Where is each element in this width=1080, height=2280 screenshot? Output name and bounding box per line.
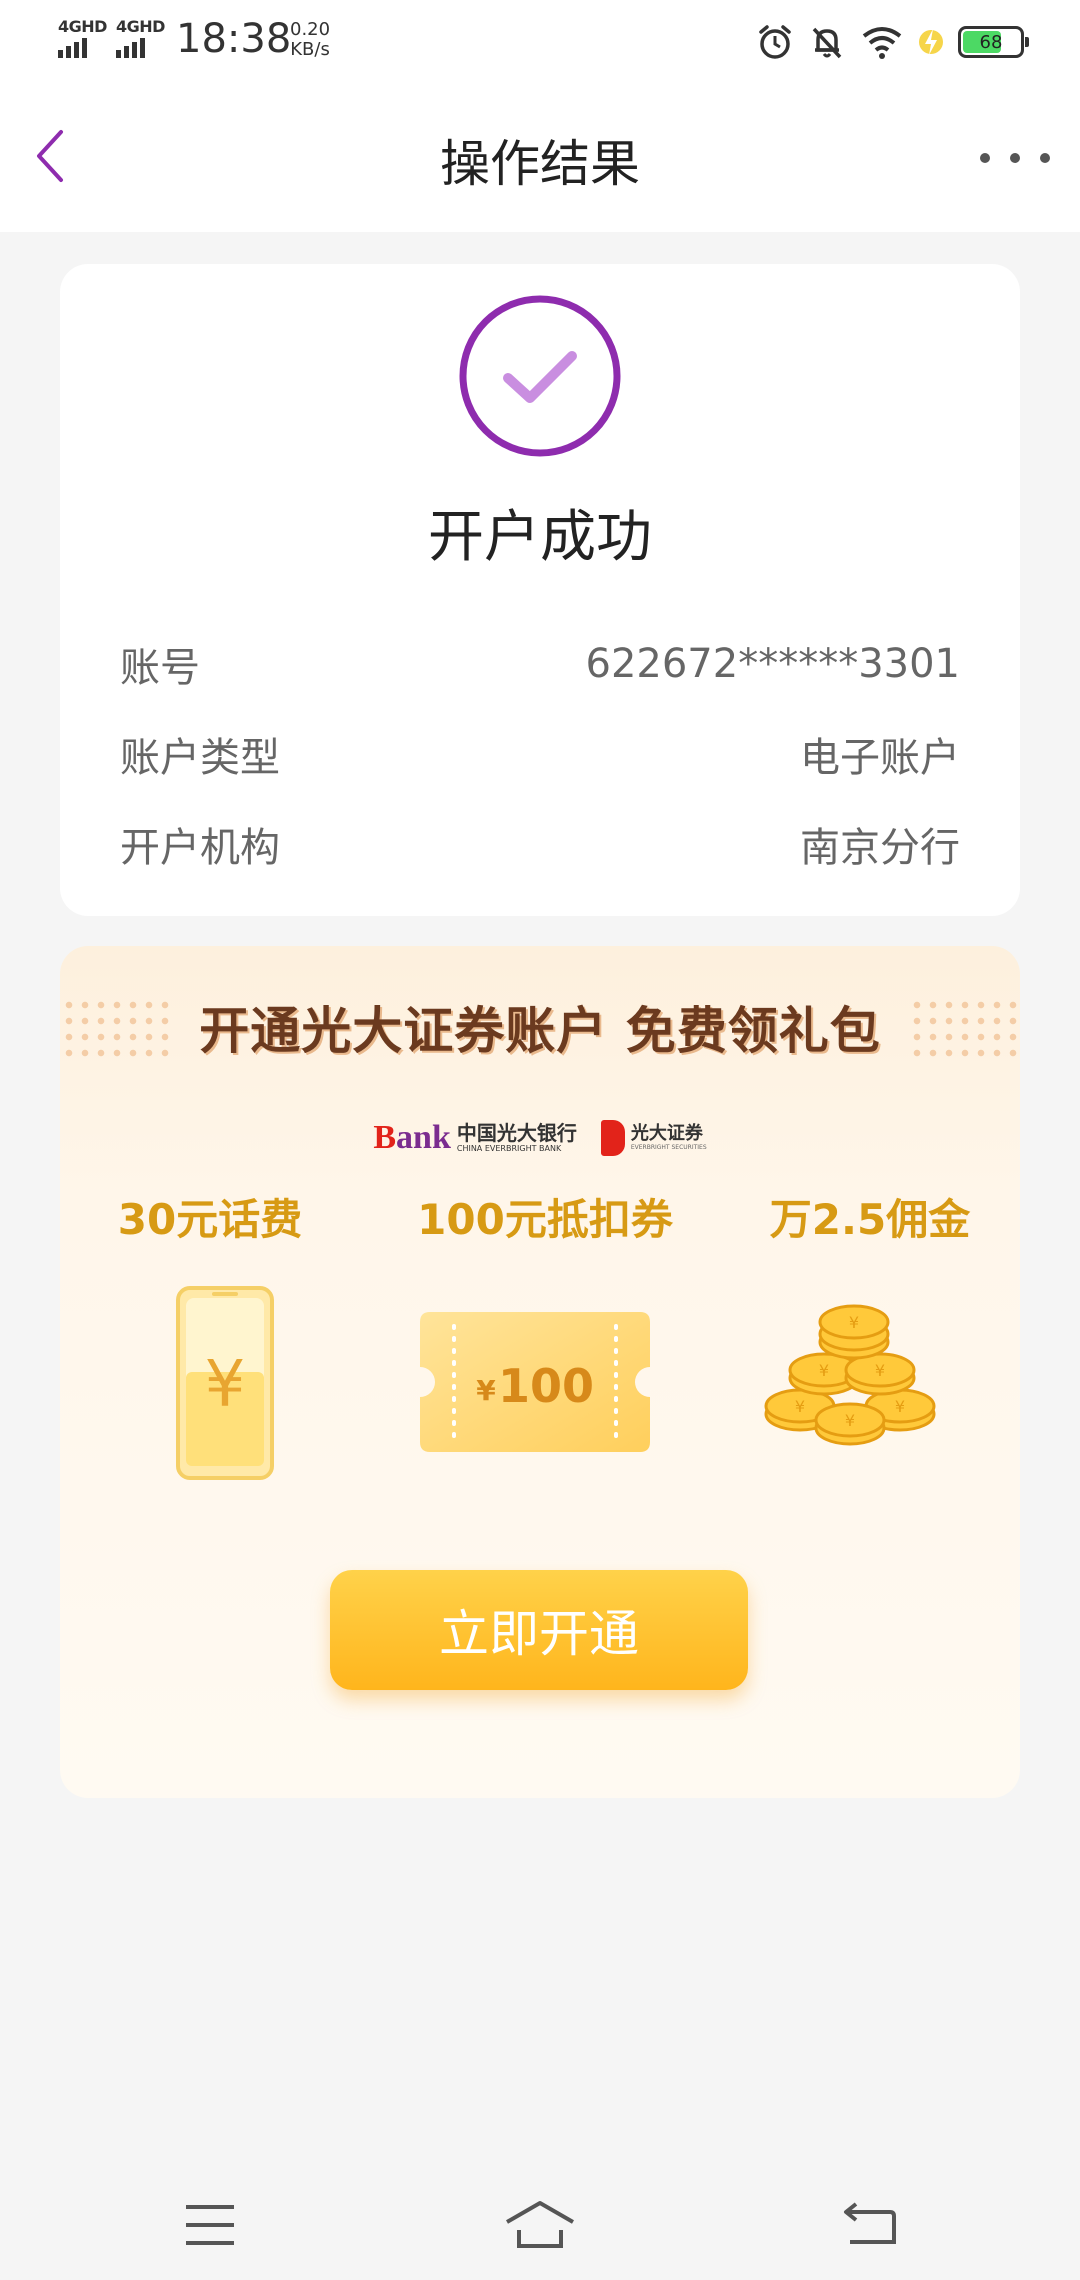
decor-dots-right: [908, 997, 1019, 1057]
open-now-button[interactable]: 立即开通: [330, 1570, 748, 1690]
branch-row: 开户机构 南京分行: [120, 814, 960, 874]
signal-bars-icon: [58, 38, 107, 58]
account-number-row: 账号 622672******3301: [120, 634, 960, 694]
result-card: 开户成功 账号 622672******3301 账户类型 电子账户 开户机构 …: [60, 264, 1020, 916]
home-icon: [506, 2201, 574, 2248]
charging-icon: [919, 29, 943, 55]
signal-bars-icon: [116, 38, 165, 58]
branch-label: 开户机构: [120, 825, 280, 871]
svg-text:¥: ¥: [819, 1361, 829, 1380]
svg-text:¥: ¥: [795, 1397, 805, 1416]
everbright-bank-logo: Bank 中国光大银行 CHINA EVERBRIGHT BANK: [373, 1119, 577, 1156]
svg-text:¥: ¥: [476, 1374, 496, 1407]
benefit-phone-credit-label: 30元话费: [117, 1195, 303, 1244]
wifi-icon: [862, 27, 902, 59]
promo-title: 开通光大证券账户 免费领礼包: [199, 1002, 881, 1060]
svg-text:¥: ¥: [205, 1348, 246, 1422]
speed-value: 0.20: [290, 19, 331, 40]
benefit-commission-label: 万2.5佣金: [769, 1195, 971, 1244]
clock: 18:38: [176, 16, 292, 62]
network-type-2: 4GHD: [116, 17, 165, 36]
more-button[interactable]: [980, 138, 1050, 178]
system-nav-bar: [0, 2170, 1080, 2280]
svg-text:¥: ¥: [875, 1361, 885, 1380]
battery-icon: 68: [958, 26, 1029, 58]
promo-banner[interactable]: 开通光大证券账户 免费领礼包 Bank 中国光大银行 CHINA EVERBRI…: [60, 946, 1020, 1798]
promo-header: 开通光大证券账户 免费领礼包: [60, 992, 1020, 1062]
account-number-value: 622672******3301: [585, 641, 961, 687]
speed-unit: KB/s: [290, 39, 330, 60]
account-type-label: 账户类型: [120, 735, 280, 781]
svg-text:100: 100: [498, 1359, 594, 1413]
signal-2: 4GHD: [116, 18, 165, 58]
phone-yuan-icon: ¥: [176, 1286, 274, 1480]
account-number-label: 账号: [120, 645, 200, 691]
network-type-1: 4GHD: [58, 17, 107, 36]
more-dot-icon: [1010, 153, 1020, 163]
signal-1: 4GHD: [58, 18, 107, 58]
more-dot-icon: [1040, 153, 1050, 163]
alarm-icon: [759, 25, 791, 59]
account-type-value: 电子账户: [800, 735, 960, 781]
svg-text:¥: ¥: [845, 1411, 855, 1430]
network-speed: 0.20 KB/s: [290, 20, 330, 60]
branch-value: 南京分行: [800, 825, 960, 871]
voucher-icon: ¥ 100: [420, 1312, 650, 1452]
decor-dots-left: [61, 997, 172, 1057]
status-bar: 4GHD 4GHD 18:38 0.20 KB/s 68: [0, 0, 1080, 80]
everbright-securities-logo: 光大证券 EVERBRIGHT SECURITIES: [600, 1120, 707, 1156]
back-nav-button[interactable]: [830, 2190, 910, 2260]
page-title: 操作结果: [440, 135, 640, 193]
return-icon: [844, 2202, 896, 2244]
result-title: 开户成功: [428, 505, 652, 570]
success-check-icon: [459, 295, 621, 457]
svg-text:¥: ¥: [849, 1313, 859, 1332]
account-type-row: 账户类型 电子账户: [120, 724, 960, 784]
menu-button[interactable]: [170, 2190, 250, 2260]
menu-icon: [186, 2205, 234, 2245]
benefit-voucher-label: 100元抵扣券: [417, 1195, 673, 1244]
more-dot-icon: [980, 153, 990, 163]
status-icons: 68: [756, 20, 1029, 64]
home-button[interactable]: [500, 2190, 580, 2260]
coins-icon: ¥ ¥ ¥ ¥ ¥ ¥: [764, 1304, 936, 1446]
mute-icon: [812, 27, 842, 59]
battery-level: 68: [979, 31, 1003, 53]
svg-text:¥: ¥: [895, 1397, 905, 1416]
partner-logos: Bank 中国光大银行 CHINA EVERBRIGHT BANK 光大证券 E…: [60, 1116, 1020, 1160]
nav-bar: 操作结果: [0, 80, 1080, 232]
